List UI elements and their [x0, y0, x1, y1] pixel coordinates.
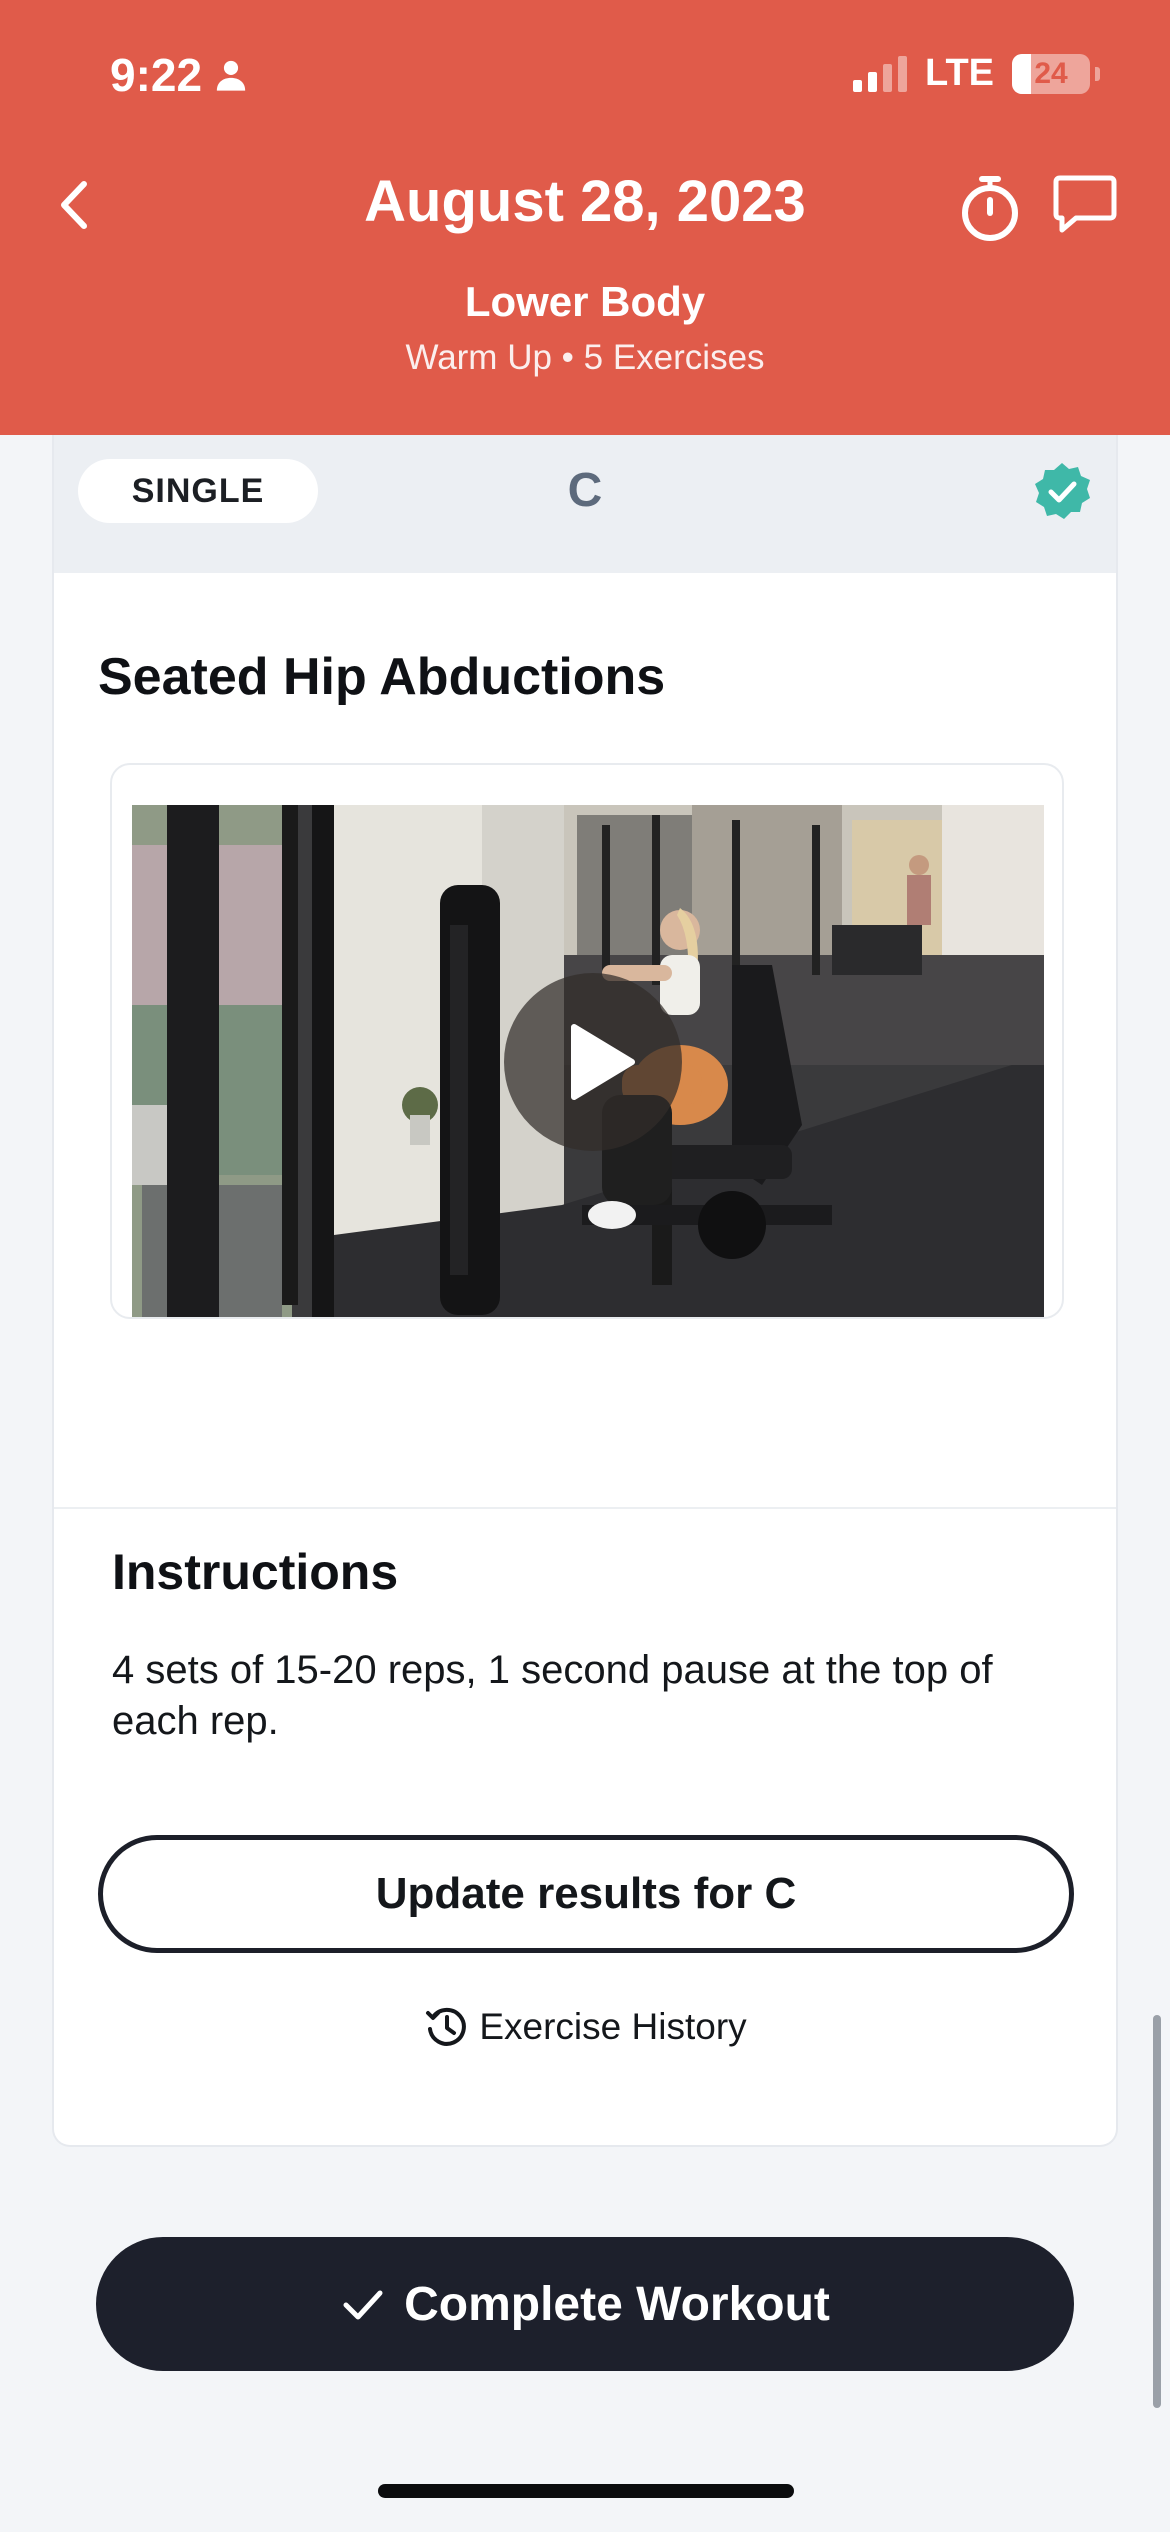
complete-workout-button[interactable]: Complete Workout [96, 2237, 1074, 2371]
status-time: 9:22 [110, 48, 248, 102]
chat-button[interactable] [1052, 172, 1118, 238]
exercise-card: SINGLE C Seated Hip Abductions Instructi… [52, 435, 1118, 2147]
video-container [110, 763, 1064, 1319]
status-indicators: LTE 24 [853, 52, 1100, 95]
play-icon[interactable] [504, 973, 682, 1151]
verified-check-icon [1035, 463, 1090, 519]
home-indicator [378, 2484, 794, 2498]
stopwatch-icon [962, 176, 1018, 241]
network-label: LTE [925, 52, 994, 94]
checkmark-icon [343, 2290, 383, 2320]
complete-workout-label: Complete Workout [404, 2277, 830, 2331]
exercise-title: Seated Hip Abductions [98, 648, 666, 706]
history-icon [426, 2007, 467, 2046]
exercise-history-link[interactable]: Exercise History [54, 2003, 1116, 2051]
exercise-history-label: Exercise History [479, 2006, 747, 2047]
exercise-group-letter: C [567, 464, 603, 517]
battery-icon: 24 [1012, 53, 1100, 94]
app-header: 9:22 LTE 24 August 28, 2023 Lower Body W… [0, 0, 1170, 435]
exercise-video-thumbnail[interactable] [132, 805, 1044, 1317]
scrollbar[interactable] [1153, 2015, 1161, 2408]
signal-icon [853, 55, 908, 92]
instructions-text: 4 sets of 15-20 reps, 1 second pause at … [112, 1648, 993, 1743]
person-icon [216, 60, 246, 91]
workout-subtitle: Warm Up • 5 Exercises [405, 338, 765, 377]
battery-percent: 24 [1034, 56, 1068, 90]
status-time-text: 9:22 [110, 49, 203, 101]
instructions-heading: Instructions [112, 1544, 399, 1600]
timer-button[interactable] [955, 172, 1025, 244]
workout-name: Lower Body [464, 278, 706, 325]
chat-bubble-icon [1053, 175, 1117, 233]
exercise-card-header: SINGLE C [54, 435, 1116, 573]
update-results-button[interactable]: Update results for C [98, 1835, 1074, 1953]
section-divider [54, 1507, 1116, 1509]
